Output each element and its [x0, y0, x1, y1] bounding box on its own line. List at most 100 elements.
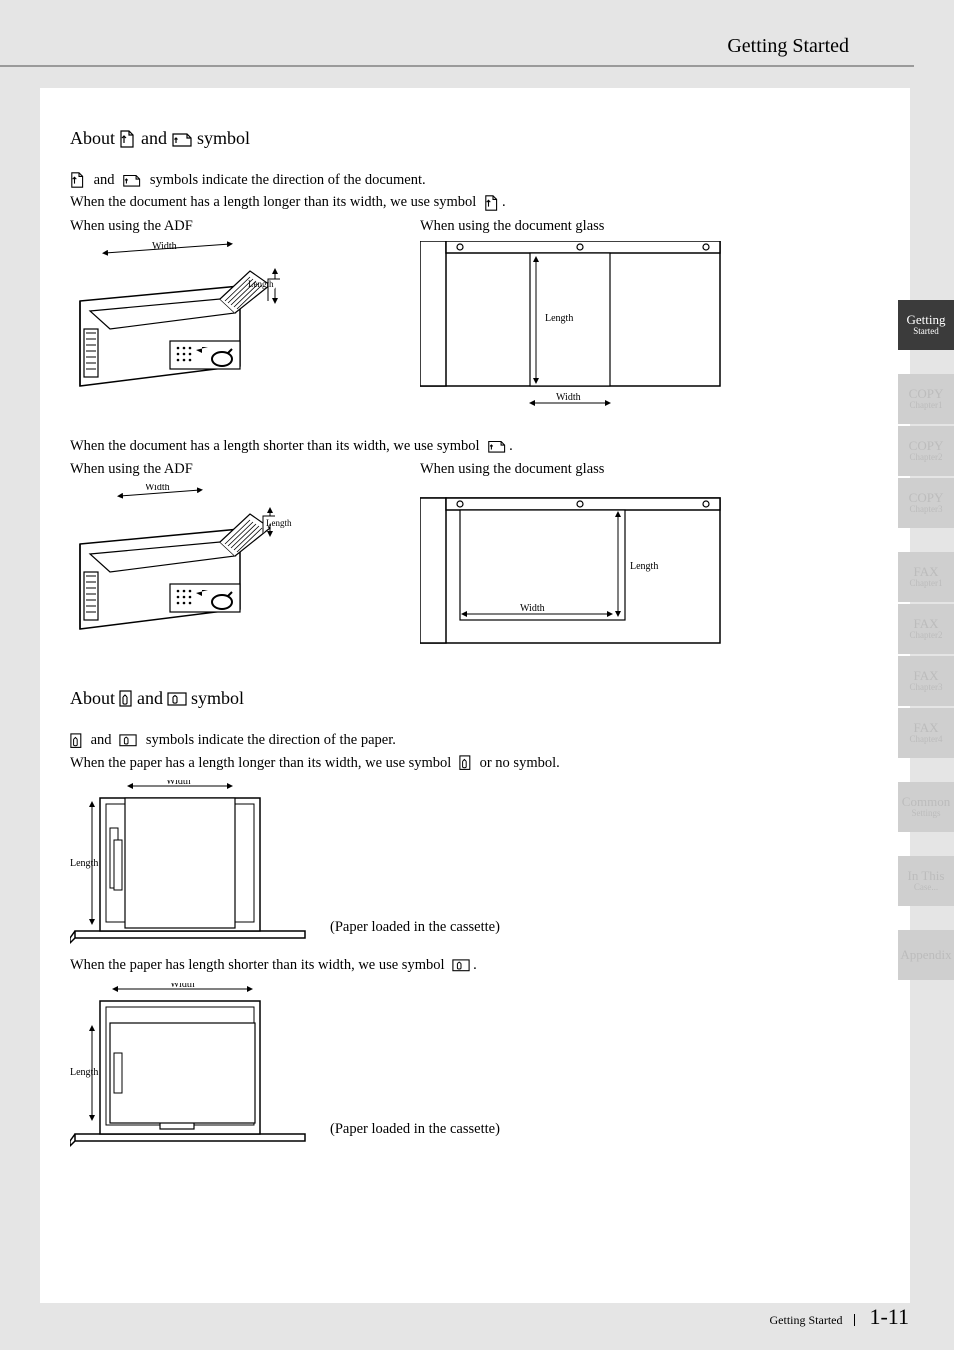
text: symbols indicate the direction of the do…	[150, 169, 426, 191]
tray-portrait-icon	[459, 755, 472, 771]
heading-text: About	[70, 688, 115, 709]
adf-landscape-figure: Width Length	[70, 484, 300, 644]
adf-label: When using the ADF	[70, 461, 300, 478]
tab-copy-1[interactable]: COPY Chapter1	[898, 374, 954, 424]
text: or no symbol.	[480, 752, 560, 774]
cassette-portrait-figure: Width Length	[70, 780, 310, 950]
tray-landscape-icon	[452, 959, 471, 972]
tab-appendix[interactable]: Appendix	[898, 930, 954, 980]
doc-landscape-icon	[171, 130, 193, 148]
section2-line3: When the paper has length shorter than i…	[70, 954, 880, 976]
tab-getting-started[interactable]: Getting Started	[898, 300, 954, 350]
footer-section: Getting Started	[770, 1314, 856, 1326]
tray-landscape-icon	[119, 734, 138, 747]
text: symbols indicate the direction of the pa…	[146, 729, 396, 751]
tab-sub: Chapter3	[910, 505, 943, 515]
section2-heading: About and symbol	[70, 688, 880, 709]
length-label: Length	[70, 1067, 98, 1078]
doc-portrait-icon	[70, 171, 86, 189]
tab-sub: Chapter3	[910, 683, 943, 693]
text: .	[509, 435, 513, 457]
section1-row2: When using the ADF Width Length When usi…	[70, 461, 880, 664]
tab-fax-1[interactable]: FAX Chapter1	[898, 552, 954, 602]
tab-inthiscase[interactable]: In This Case...	[898, 856, 954, 906]
cassette-note: (Paper loaded in the cassette)	[330, 916, 500, 938]
tab-copy-3[interactable]: COPY Chapter3	[898, 478, 954, 528]
text: When the document has a length shorter t…	[70, 435, 480, 457]
page-footer: Getting Started 1-11	[770, 1304, 910, 1330]
doc-landscape-icon	[487, 438, 507, 454]
length-label: Length	[248, 279, 274, 289]
tab-fax-4[interactable]: FAX Chapter4	[898, 708, 954, 758]
glass-col: When using the document glass Length Wid…	[420, 461, 730, 664]
section1-row1: When using the ADF Width Length When usi…	[70, 218, 880, 421]
header-rule	[0, 65, 914, 67]
doc-portrait-icon	[119, 129, 137, 149]
cassette-note: (Paper loaded in the cassette)	[330, 1118, 500, 1140]
tab-sub: Started	[913, 327, 939, 337]
tray-portrait-icon	[119, 690, 133, 708]
tab-sub: Case...	[914, 883, 938, 893]
tab-common[interactable]: Common Settings	[898, 782, 954, 832]
tab-main: COPY	[909, 439, 944, 453]
section2-line2: When the paper has a length longer than …	[70, 752, 880, 774]
tab-sub: Chapter4	[910, 735, 943, 745]
glass-landscape-figure: Length Width	[420, 484, 730, 659]
section1-heading: About and symbol	[70, 128, 880, 149]
tab-copy-2[interactable]: COPY Chapter2	[898, 426, 954, 476]
length-label: Length	[266, 518, 292, 528]
tab-main: Getting	[907, 313, 946, 327]
cassette-landscape-figure: Width Length	[70, 983, 310, 1153]
width-label: Width	[170, 983, 195, 990]
tray-portrait-icon	[70, 733, 83, 749]
tab-main: Appendix	[900, 948, 951, 962]
text: When the document has a length longer th…	[70, 191, 476, 213]
section1-line1: and symbols indicate the direction of th…	[70, 169, 880, 191]
tab-main: FAX	[913, 669, 938, 683]
tab-main: In This	[908, 869, 945, 883]
doc-landscape-icon	[122, 172, 142, 188]
side-tabs: Getting Started COPY Chapter1 COPY Chapt…	[898, 300, 954, 982]
glass-label: When using the document glass	[420, 218, 730, 235]
tab-sub: Chapter2	[910, 453, 943, 463]
tab-main: COPY	[909, 387, 944, 401]
width-label: Width	[520, 603, 545, 614]
length-label: Length	[630, 561, 658, 572]
adf-col: When using the ADF Width Length	[70, 218, 300, 421]
glass-portrait-figure: Length Width	[420, 241, 730, 416]
tab-sub: Settings	[911, 809, 940, 819]
tab-main: Common	[902, 795, 950, 809]
page-header: Getting Started	[0, 0, 954, 70]
glass-col: When using the document glass Length Wid…	[420, 218, 730, 421]
tab-main: FAX	[913, 565, 938, 579]
tab-fax-2[interactable]: FAX Chapter2	[898, 604, 954, 654]
length-label: Length	[70, 858, 98, 869]
header-title: Getting Started	[727, 35, 849, 58]
section2-line1: and symbols indicate the direction of th…	[70, 729, 880, 751]
width-label: Width	[152, 241, 177, 252]
cassette-row1: Width Length (Paper loaded in the casset…	[70, 780, 880, 950]
tab-main: FAX	[913, 721, 938, 735]
text: When the paper has a length longer than …	[70, 752, 451, 774]
tab-sub: Chapter1	[910, 401, 943, 411]
text: When the paper has length shorter than i…	[70, 954, 445, 976]
width-label: Width	[145, 484, 170, 493]
heading-text: symbol	[197, 128, 250, 149]
heading-text: and	[137, 688, 163, 709]
heading-text: symbol	[191, 688, 244, 709]
text: and	[91, 729, 112, 751]
tray-landscape-icon	[167, 692, 187, 706]
tab-sub: Chapter1	[910, 579, 943, 589]
width-label: Width	[166, 780, 191, 787]
text: .	[473, 954, 477, 976]
tab-main: FAX	[913, 617, 938, 631]
tab-sub: Chapter2	[910, 631, 943, 641]
tab-main: COPY	[909, 491, 944, 505]
tab-fax-3[interactable]: FAX Chapter3	[898, 656, 954, 706]
adf-col: When using the ADF Width Length	[70, 461, 300, 664]
heading-text: About	[70, 128, 115, 149]
width-label: Width	[556, 392, 581, 403]
text: and	[94, 169, 115, 191]
section1-line2: When the document has a length longer th…	[70, 191, 880, 213]
doc-portrait-icon	[484, 194, 500, 212]
